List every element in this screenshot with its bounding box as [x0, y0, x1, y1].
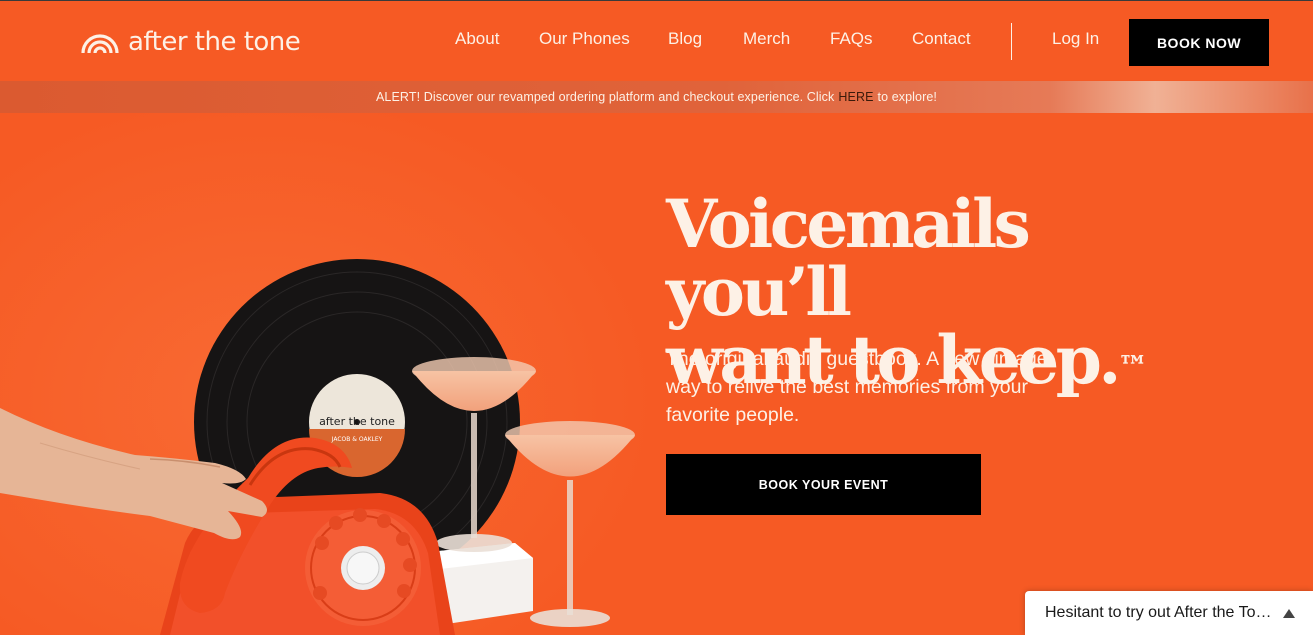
alert-suffix: to explore! [877, 90, 937, 104]
site-header: after the tone About Our Phones Blog Mer… [0, 0, 1313, 81]
book-now-button[interactable]: BOOK NOW [1129, 19, 1269, 66]
chat-widget[interactable]: Hesitant to try out After the Tone? [1025, 591, 1313, 635]
nav-our-phones[interactable]: Our Phones [539, 29, 630, 49]
logo-wordmark: after the tone [128, 27, 301, 57]
chat-widget-text: Hesitant to try out After the Tone? [1045, 604, 1275, 621]
alert-here-link[interactable]: HERE [838, 90, 873, 104]
book-your-event-button[interactable]: BOOK YOUR EVENT [666, 454, 981, 515]
nav-login[interactable]: Log In [1052, 29, 1099, 49]
record-names: JACOB & OAKLEY [331, 436, 383, 443]
headline-line-1: Voicemails you’ll [666, 185, 1031, 331]
hero-image: after the tone JACOB & OAKLEY [0, 113, 660, 635]
nav-divider [1011, 23, 1012, 60]
alert-text: ALERT! Discover our revamped ordering pl… [376, 90, 835, 104]
logo-rainbow-icon [81, 34, 119, 54]
nav-contact[interactable]: Contact [912, 29, 971, 49]
hero-subtext: The original audio guestbook. A new vint… [666, 348, 1048, 426]
trademark-symbol: ™ [1117, 350, 1148, 385]
nav-about[interactable]: About [455, 29, 499, 49]
nav-merch[interactable]: Merch [743, 29, 790, 49]
alert-bar: ALERT! Discover our revamped ordering pl… [0, 81, 1313, 113]
nav-blog[interactable]: Blog [668, 29, 702, 49]
chevron-up-icon[interactable] [1283, 608, 1295, 618]
nav-faqs[interactable]: FAQs [830, 29, 873, 49]
logo-link[interactable]: after the tone [80, 27, 301, 57]
record-label: after the tone [319, 415, 395, 428]
